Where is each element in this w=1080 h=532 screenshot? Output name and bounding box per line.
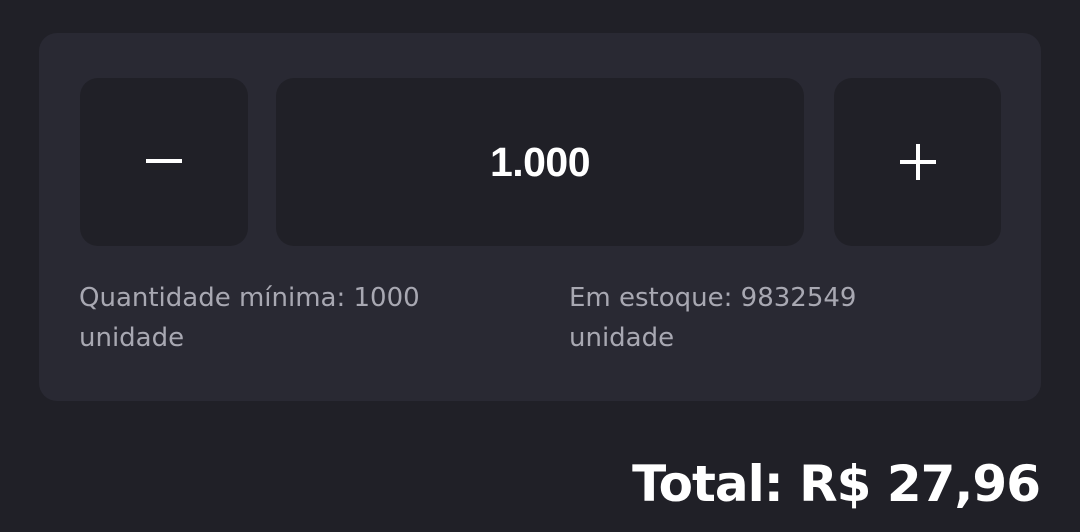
minimum-quantity-info: Quantidade mínima: 1000 unidade: [79, 278, 499, 358]
total-price: Total: R$ 27,96: [632, 455, 1041, 513]
minimum-quantity-unit: unidade: [79, 323, 185, 353]
increase-quantity-button[interactable]: [834, 78, 1001, 246]
quantity-input[interactable]: 1.000: [276, 78, 804, 246]
quantity-card: 1.000 Quantidade mínima: 1000 unidade Em…: [39, 33, 1041, 401]
quantity-value: 1.000: [489, 138, 591, 185]
stock-info: Em estoque: 9832549 unidade: [569, 278, 989, 358]
minus-icon: [146, 159, 182, 165]
stock-label: Em estoque: 9832549: [569, 283, 857, 313]
minimum-quantity-label: Quantidade mínima: 1000: [79, 283, 420, 313]
plus-icon: [899, 144, 936, 180]
stock-unit: unidade: [569, 323, 675, 353]
decrease-quantity-button[interactable]: [80, 78, 248, 246]
